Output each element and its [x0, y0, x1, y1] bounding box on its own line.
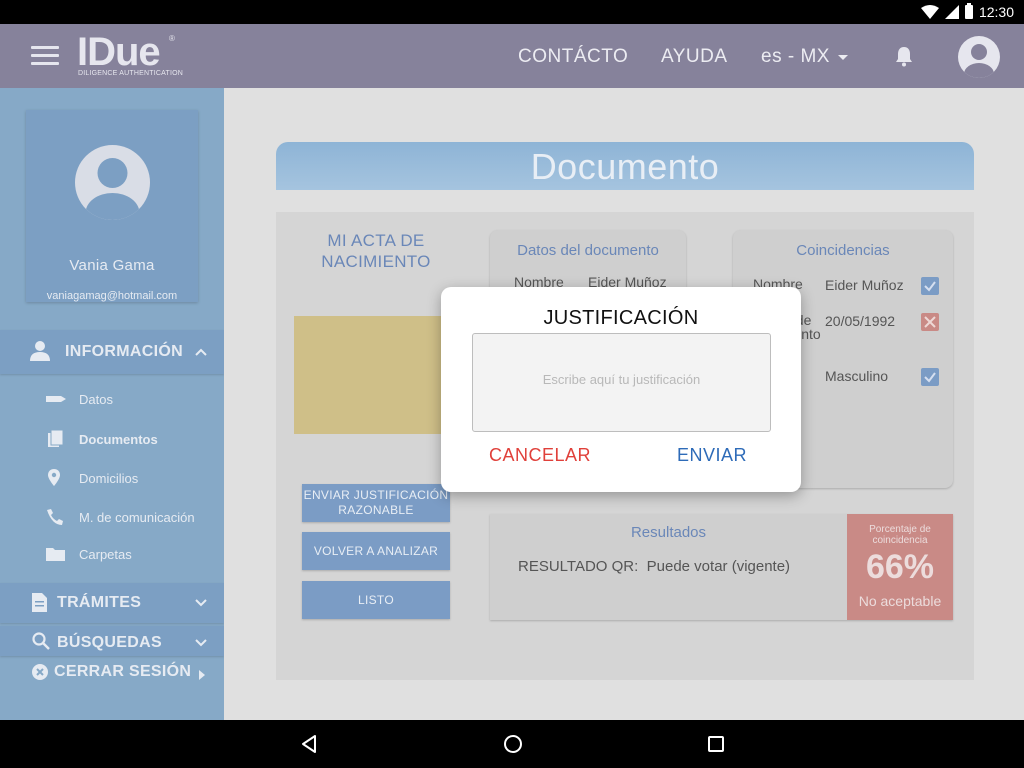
- wifi-icon: [920, 5, 939, 19]
- status-time: 12:30: [978, 4, 1014, 20]
- dialog-title: JUSTIFICACIÓN: [543, 307, 699, 329]
- cancel-button[interactable]: CANCELAR: [489, 445, 591, 466]
- status-bar: 12:30: [0, 0, 1024, 24]
- system-navigation-bar: [0, 720, 1024, 768]
- battery-icon: [964, 3, 973, 19]
- home-icon[interactable]: [504, 735, 522, 753]
- signal-icon: [944, 5, 959, 19]
- recent-apps-icon[interactable]: [708, 736, 724, 752]
- back-icon[interactable]: [300, 734, 320, 754]
- justification-dialog: JUSTIFICACIÓN CANCELAR ENVIAR: [441, 287, 801, 492]
- justification-input[interactable]: [472, 333, 771, 432]
- send-button[interactable]: ENVIAR: [677, 445, 747, 466]
